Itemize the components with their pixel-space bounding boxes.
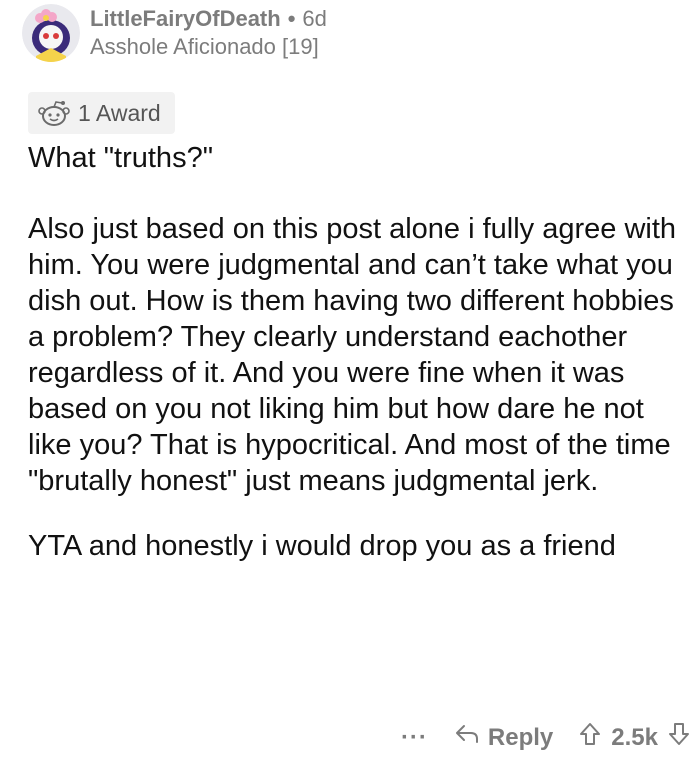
comment-body: What "truths?" Also just based on this p… — [28, 140, 678, 564]
reply-icon — [454, 723, 488, 752]
reply-label: Reply — [487, 723, 554, 751]
comment-paragraph: Also just based on this post alone i ful… — [28, 213, 677, 497]
separator-dot: • — [287, 6, 296, 31]
award-icon — [36, 99, 72, 127]
vote-count: 2.5k — [611, 723, 658, 751]
upvote-icon[interactable] — [579, 722, 601, 753]
comment-header: LittleFairyOfDeath • 6d Asshole Aficiona… — [22, 4, 327, 62]
comment-paragraph: YTA and honestly i would drop you as a f… — [28, 530, 616, 562]
user-line: LittleFairyOfDeath • 6d — [90, 5, 327, 33]
comment-paragraph: What "truths?" — [28, 142, 213, 174]
comment-actions: ··· Reply 2.5k — [401, 722, 690, 753]
award-label: 1 Award — [78, 99, 161, 126]
comment: LittleFairyOfDeath • 6d Asshole Aficiona… — [0, 0, 700, 768]
user-flair: Asshole Aficionado [19] — [90, 34, 319, 59]
award-badge[interactable]: 1 Award — [28, 92, 175, 134]
downvote-icon[interactable] — [668, 722, 690, 753]
comment-age: 6d — [302, 6, 327, 31]
more-options-button[interactable]: ··· — [401, 724, 428, 752]
username-link[interactable]: LittleFairyOfDeath — [90, 5, 281, 33]
comment-meta: LittleFairyOfDeath • 6d Asshole Aficiona… — [90, 5, 327, 61]
avatar-icon[interactable] — [22, 4, 80, 62]
reply-button[interactable]: Reply — [454, 723, 553, 752]
vote-controls: 2.5k — [579, 722, 690, 753]
